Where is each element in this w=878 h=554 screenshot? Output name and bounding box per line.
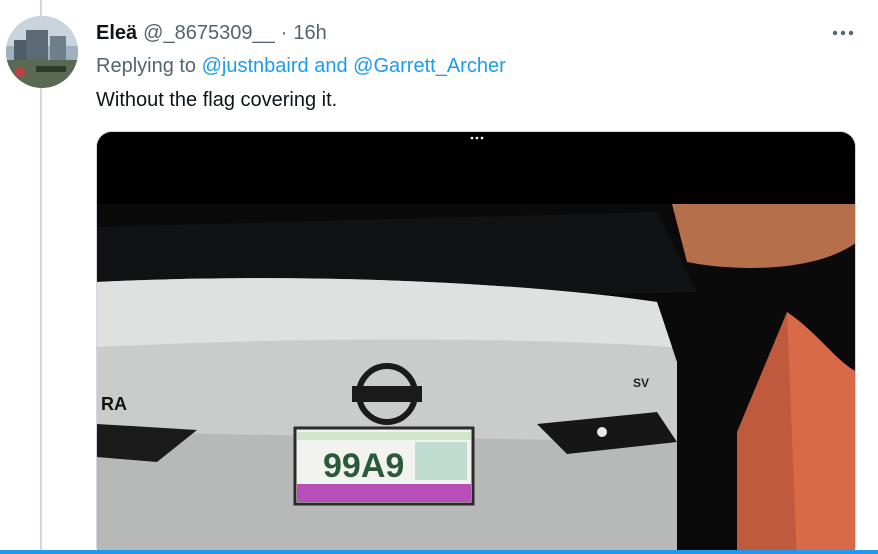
tweet-header: Eleä @_8675309__ · 16h [96,20,327,46]
mention-justnbaird[interactable]: @justnbaird [202,55,309,77]
license-plate: 99A9 [293,426,475,506]
display-name[interactable]: Eleä [96,20,137,46]
photo-menu-icon[interactable] [469,134,485,142]
bottom-accent-bar [0,550,878,554]
more-dots-icon [832,30,854,36]
mention-joiner[interactable]: and [314,55,347,77]
avatar[interactable] [6,16,78,88]
tweet-photo[interactable]: RA SV 99A9 [96,131,856,554]
plate-number-text: 99A9 [323,447,404,485]
user-handle[interactable]: @_8675309__ [143,20,275,46]
mention-garrett-archer[interactable]: @Garrett_Archer [353,55,506,77]
separator-dot: · [280,22,288,44]
tweet-text: Without the flag covering it. [96,89,338,111]
replying-to-label: Replying to [96,55,197,77]
more-options-button[interactable] [826,20,860,46]
timestamp[interactable]: 16h [293,20,326,46]
model-badge-text: SV [633,376,649,390]
car-badge-text: RA [101,394,127,414]
replying-to: Replying to @justnbaird and @Garrett_Arc… [96,53,506,79]
